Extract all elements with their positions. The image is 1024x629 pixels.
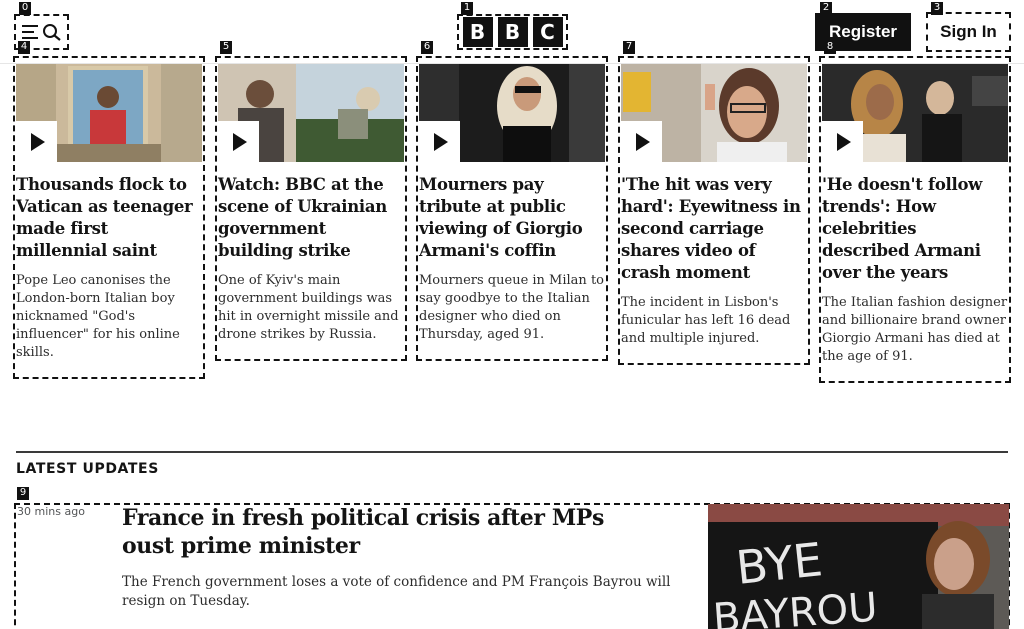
annotation-tag: 5 xyxy=(220,41,232,54)
annotation-tag: 7 xyxy=(623,41,635,54)
story-thumbnail xyxy=(621,64,807,162)
search-icon xyxy=(42,24,61,41)
story-summary: One of Kyiv's main government buildings … xyxy=(218,273,399,342)
story-thumbnail xyxy=(16,64,202,162)
story-summary: Pope Leo canonises the London-born Itali… xyxy=(16,273,180,360)
section-divider xyxy=(16,451,1008,453)
annotation-tag: 0 xyxy=(19,2,31,15)
story-headline: Mourners pay tribute at public viewing o… xyxy=(419,175,583,260)
video-play-icon xyxy=(218,121,259,162)
video-play-icon xyxy=(419,121,460,162)
story-summary: The Italian fashion designer and billion… xyxy=(822,295,1008,364)
story-card[interactable]: Mourners pay tribute at public viewing o… xyxy=(416,56,608,361)
update-timestamp: 30 mins ago xyxy=(17,505,85,518)
update-headline: France in fresh political crisis after M… xyxy=(122,505,604,559)
annotation-tag: 2 xyxy=(820,2,832,15)
annotation-tag: 3 xyxy=(931,2,943,15)
story-card[interactable]: Watch: BBC at the scene of Ukrainian gov… xyxy=(215,56,407,361)
story-summary: The incident in Lisbon's funicular has l… xyxy=(621,295,791,346)
story-card[interactable]: Thousands flock to Vatican as teenager m… xyxy=(13,56,205,379)
annotation-tag: 8 xyxy=(824,41,836,54)
protest-sign-line1: BYE xyxy=(734,532,825,595)
video-play-icon xyxy=(822,121,863,162)
video-play-icon xyxy=(16,121,57,162)
story-headline: 'The hit was very hard': Eyewitness in s… xyxy=(621,175,801,282)
story-headline: Thousands flock to Vatican as teenager m… xyxy=(16,175,193,260)
latest-updates-title: LATEST UPDATES xyxy=(16,461,159,477)
logo-letter-b2: B xyxy=(497,17,528,47)
story-card[interactable]: 'He doesn't follow trends': How celebrit… xyxy=(819,56,1011,383)
annotation-tag: 4 xyxy=(18,41,30,54)
story-headline: 'He doesn't follow trends': How celebrit… xyxy=(822,175,983,282)
story-summary: Mourners queue in Milan to say goodbye t… xyxy=(419,273,604,342)
story-thumbnail xyxy=(419,64,605,162)
story-headline: Watch: BBC at the scene of Ukrainian gov… xyxy=(218,175,387,260)
logo-letter-c: C xyxy=(532,17,563,47)
update-summary: The French government loses a vote of co… xyxy=(122,574,671,609)
latest-update-item[interactable]: 30 mins ago France in fresh political cr… xyxy=(14,503,1010,629)
video-play-icon xyxy=(621,121,662,162)
update-image: BYE BAYROU xyxy=(708,504,1009,629)
site-header: 0 B B C 1 Register 2 Sign In 3 xyxy=(0,0,1024,64)
annotation-tag: 1 xyxy=(461,2,473,15)
annotation-tag: 9 xyxy=(17,487,29,500)
story-thumbnail xyxy=(218,64,404,162)
bbc-logo[interactable]: B B C xyxy=(457,14,568,50)
story-thumbnail xyxy=(822,64,1008,162)
menu-icon xyxy=(21,25,38,39)
annotation-tag: 6 xyxy=(421,41,433,54)
sign-in-button[interactable]: Sign In xyxy=(926,12,1011,52)
story-card[interactable]: 'The hit was very hard': Eyewitness in s… xyxy=(618,56,810,365)
logo-letter-b1: B xyxy=(462,17,493,47)
